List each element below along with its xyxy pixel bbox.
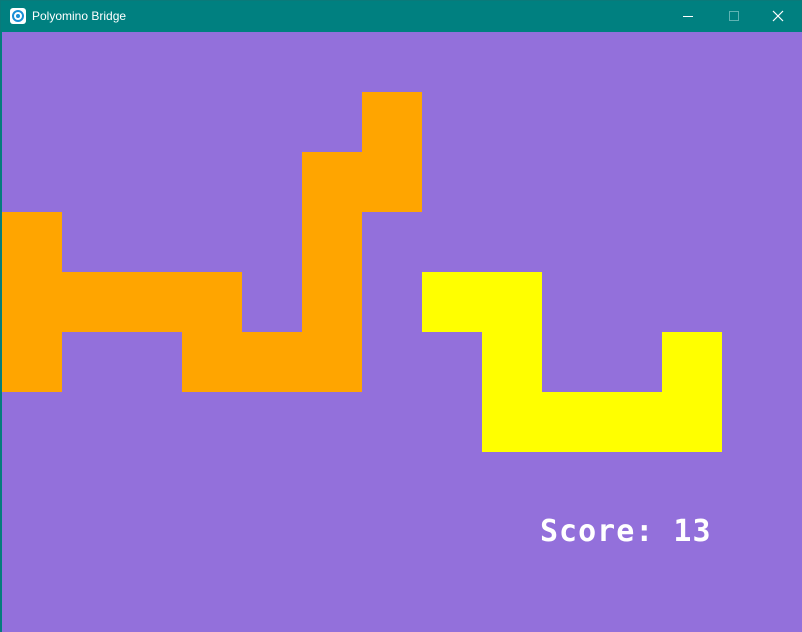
orange-piece-cell <box>122 272 182 332</box>
orange-piece-cell <box>182 272 242 332</box>
orange-piece-cell <box>302 332 362 392</box>
yellow-piece-cell <box>662 392 722 452</box>
app-icon <box>10 8 26 24</box>
orange-piece-cell <box>302 272 362 332</box>
yellow-piece-cell <box>602 392 662 452</box>
close-button[interactable] <box>755 1 801 31</box>
yellow-piece-cell <box>482 272 542 332</box>
yellow-piece-cell <box>422 272 482 332</box>
minimize-button[interactable] <box>665 1 711 31</box>
close-icon <box>772 10 784 22</box>
orange-piece-cell <box>2 212 62 272</box>
orange-piece-cell <box>62 272 122 332</box>
yellow-piece-cell <box>662 332 722 392</box>
orange-piece-cell <box>302 212 362 272</box>
orange-piece-cell <box>2 272 62 332</box>
game-window: Polyomino Bridge Score: 13 <box>0 0 802 632</box>
orange-piece-cell <box>362 92 422 152</box>
score-display: Score: 13 <box>540 514 712 549</box>
orange-piece-cell <box>302 152 362 212</box>
yellow-piece-cell <box>482 392 542 452</box>
window-title: Polyomino Bridge <box>32 9 127 23</box>
yellow-piece-cell <box>482 332 542 392</box>
yellow-piece-cell <box>542 392 602 452</box>
maximize-icon <box>729 11 739 21</box>
orange-piece-cell <box>2 332 62 392</box>
orange-piece-cell <box>182 332 242 392</box>
game-canvas[interactable]: Score: 13 <box>2 32 802 632</box>
orange-piece-cell <box>242 332 302 392</box>
title-bar[interactable]: Polyomino Bridge <box>1 1 801 31</box>
orange-piece-cell <box>362 152 422 212</box>
minimize-icon <box>683 16 693 17</box>
maximize-button[interactable] <box>711 1 757 31</box>
